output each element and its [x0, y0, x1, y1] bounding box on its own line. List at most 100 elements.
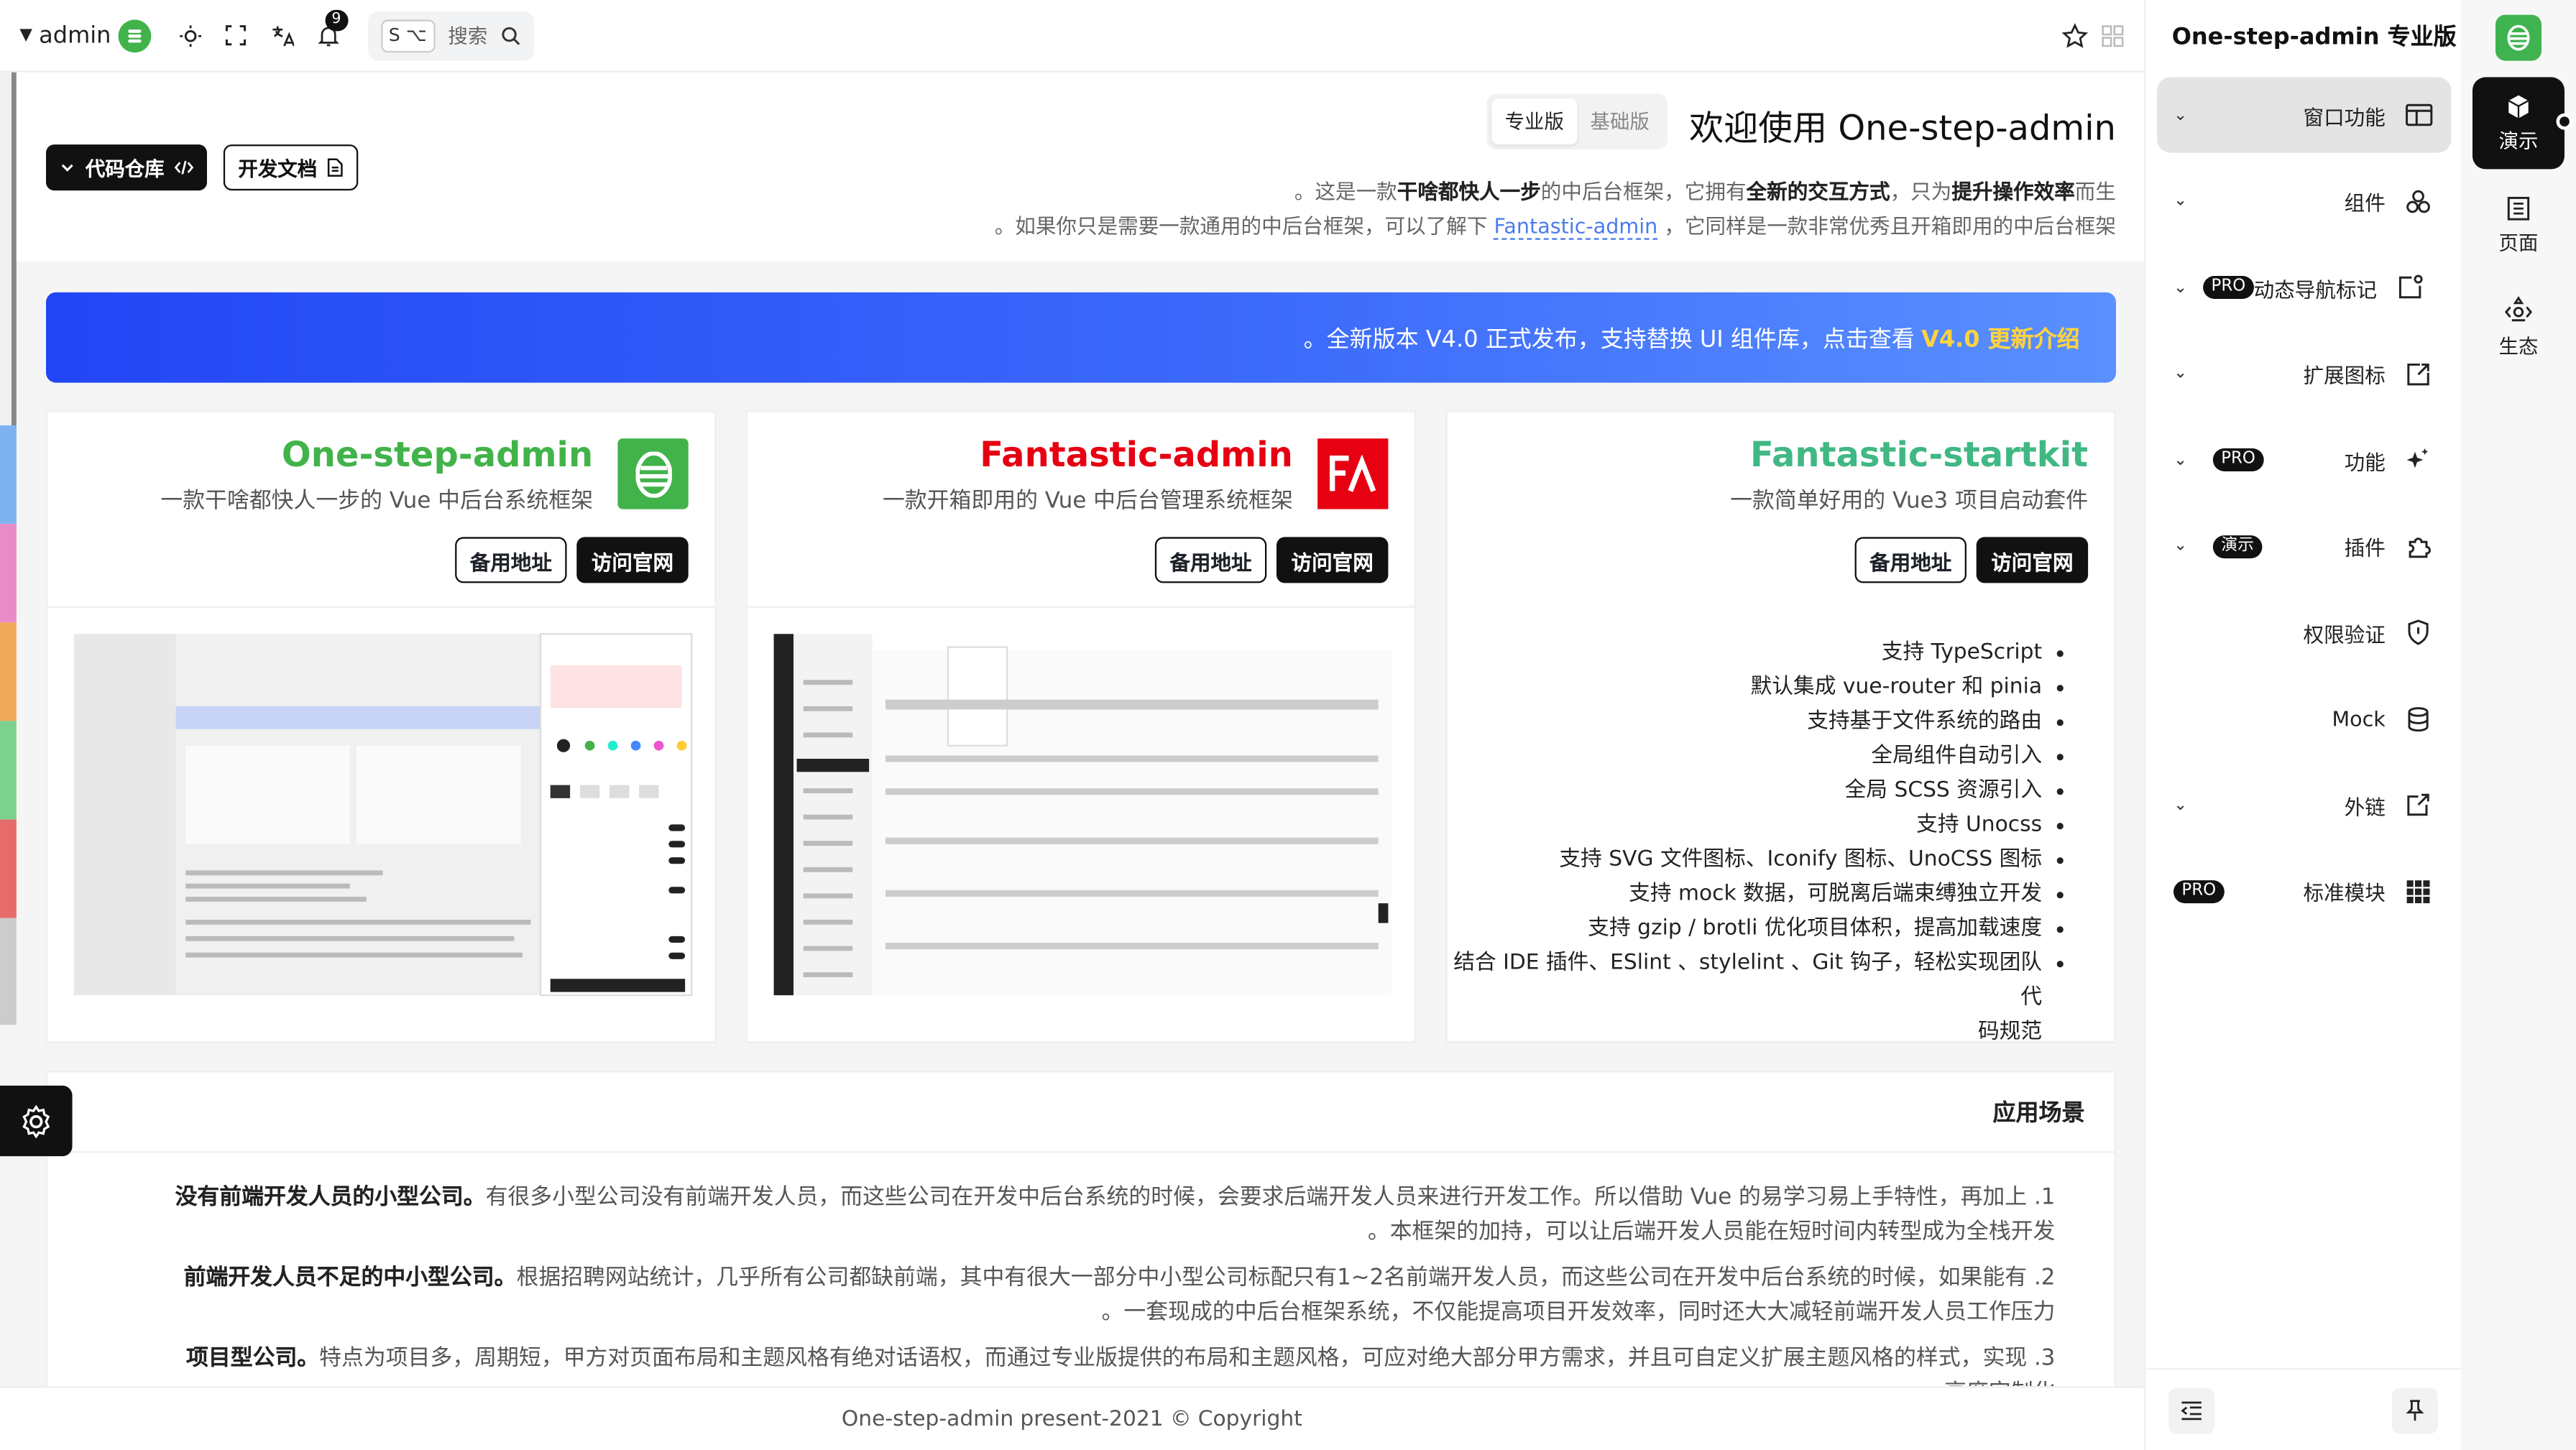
sidebar-item-plugins[interactable]: ⌄ 演示 插件: [2157, 508, 2451, 583]
sidebar-item-permission[interactable]: 权限验证: [2157, 594, 2451, 670]
visit-website-button[interactable]: 访问官网: [576, 537, 689, 583]
translate-icon[interactable]: [259, 12, 305, 58]
footer-copyright: Copyright: [1197, 1406, 1302, 1431]
product-desc: 一款简单好用的 Vue3 项目启动套件: [1730, 487, 2089, 514]
feature-item: 全局组件自动引入: [1448, 739, 2064, 774]
footer: One-step-admin present-2021 © Copyright: [0, 1386, 2144, 1450]
product-name: Fantastic-admin: [980, 435, 1293, 475]
chevron-down-icon: ⌄: [2173, 451, 2188, 469]
plugin-icon: [2402, 530, 2435, 563]
product-desc: 一款开箱即用的 Vue 中后台管理系统框架: [882, 487, 1293, 514]
chevron-down-icon: ⌄: [2173, 278, 2188, 297]
tab-basic[interactable]: 基础版: [1577, 98, 1662, 144]
visit-website-button[interactable]: 访问官网: [1276, 537, 1389, 583]
backup-address-button[interactable]: 备用地址: [1854, 537, 1966, 583]
backup-address-button[interactable]: 备用地址: [455, 537, 567, 583]
feature-item: 支持 TypeScript: [1448, 636, 2064, 670]
feature-list: 支持 TypeScript 默认集成 vue-router 和 pinia 支持…: [1448, 636, 2064, 1050]
copyright-icon: ©: [1169, 1406, 1192, 1431]
welcome-hero: 专业版 基础版 欢迎使用 One-step-admin 。这是一款干啥都快人一步…: [16, 72, 2144, 262]
feature-item: 默认集成 vue-router 和 pinia: [1448, 670, 2064, 705]
dev-docs-button[interactable]: 开发文档: [223, 144, 359, 191]
release-notes-link[interactable]: V4.0 更新介绍: [1921, 321, 2080, 354]
document-icon: [327, 157, 344, 177]
sidebar-item-features[interactable]: ⌄ PRO 功能: [2157, 422, 2451, 497]
main-nav-pages[interactable]: 页面: [2472, 179, 2564, 271]
feature-item: 全局 SCSS 资源引入: [1448, 774, 2064, 808]
feature-item: 支持 Unocss: [1448, 808, 2064, 843]
ext-icon: [2402, 357, 2435, 390]
cube-icon: [2506, 93, 2532, 119]
collapse-sidebar-icon[interactable]: [2168, 1387, 2215, 1433]
product-name: Fantastic-startkit: [1750, 435, 2089, 475]
scenario-item: 前端开发人员不足的中小型公司。根据招聘网站统计，几乎所有公司都缺前端，其中有很大…: [183, 1264, 2056, 1326]
scenarios-title: 应用场景: [1992, 1100, 2085, 1127]
backup-address-button[interactable]: 备用地址: [1154, 537, 1267, 583]
feature-item: 支持 mock 数据，可脱离后端束缚独立开发: [1448, 877, 2064, 912]
sidebar-item-external-link[interactable]: ⌄ 外链: [2157, 767, 2451, 842]
release-banner[interactable]: 。全新版本 V4.0 正式发布，支持替换 UI 组件库，点击查看 V4.0 更新…: [45, 292, 2116, 383]
footer-product[interactable]: One-step-admin: [842, 1407, 1013, 1431]
search-button[interactable]: S ⌥ 搜索: [367, 10, 534, 60]
tab-pro[interactable]: 专业版: [1491, 98, 1578, 145]
pro-badge: PRO: [2203, 275, 2254, 299]
chevron-down-icon: ⌄: [2173, 364, 2188, 383]
hero-description-line1: 。这是一款干啥都快人一步的中后台框架，它拥有全新的交互方式，只为提升操作效率而生: [1294, 179, 2116, 204]
product-screenshot: [747, 606, 1414, 1042]
favorite-star-icon[interactable]: [2061, 22, 2089, 49]
sidebar-item-components[interactable]: ⌄ 组件: [2157, 163, 2451, 239]
main-nav-demo[interactable]: 演示: [2472, 77, 2573, 170]
components-icon: [2402, 185, 2435, 218]
window-icon: [2402, 98, 2435, 131]
visit-website-button[interactable]: 访问官网: [1976, 537, 2089, 583]
product-card-fantastic-admin: Fantastic-admin 一款开箱即用的 Vue 中后台管理系统框架 备用…: [745, 410, 1417, 1043]
sidebar-item-nav-badge[interactable]: ⌄ PRO 动态导航标记: [2157, 249, 2451, 325]
feature-item: 支持 SVG 文件图标、Iconify 图标、UnoCSS 图标: [1448, 843, 2064, 877]
feature-item: 支持 gzip / brotli 优化项目体积，提高加载速度: [1448, 912, 2064, 946]
edition-switch: 专业版 基础版: [1486, 93, 1668, 149]
pin-icon[interactable]: [2391, 1387, 2438, 1433]
search-label: 搜索: [448, 24, 488, 48]
product-desc: 一款干啥都快人一步的 Vue 中后台系统框架: [160, 487, 594, 514]
fantastic-admin-link[interactable]: Fantastic-admin: [1494, 213, 1658, 240]
apps-grid-icon[interactable]: [2101, 24, 2124, 47]
theme-toggle-sun-icon[interactable]: [167, 12, 213, 58]
demo-badge: 演示: [2212, 534, 2263, 558]
main-nav-ecosystem[interactable]: 生态: [2472, 281, 2564, 373]
product-card-one-step-admin: One-step-admin 一款干啥都快人一步的 Vue 中后台系统框架 备用…: [45, 410, 717, 1043]
scroll-indicator-strip: [0, 72, 17, 1025]
sidebar-item-window[interactable]: ⌄ 窗口功能: [2157, 77, 2452, 153]
page-icon: [2506, 195, 2532, 221]
grid-icon: [2402, 874, 2435, 908]
chevron-down-icon: ⌄: [2173, 537, 2188, 555]
feature-item: 支持基于文件系统的路由: [1448, 705, 2064, 739]
hero-description-line2: 。如果你只是需要一款通用的中后台框架，可以了解下 Fantastic-admin…: [995, 208, 2116, 240]
product-card-fantastic-startkit: Fantastic-startkit 一款简单好用的 Vue3 项目启动套件 备…: [1445, 410, 2116, 1045]
scenario-item: 没有前端开发人员的小型公司。有很多小型公司没有前端开发人员，而这些公司在开发中后…: [175, 1183, 2056, 1245]
search-icon: [501, 25, 520, 45]
top-toolbar: ▼ admin 9 S ⌥ 搜索: [0, 0, 2144, 73]
sidebar-item-standard-module[interactable]: PRO 标准模块: [2157, 853, 2451, 928]
sidebar-brand: One-step-admin 专业版: [2171, 24, 2457, 51]
shield-icon: [2402, 616, 2435, 649]
feature-item-continued: 码规范: [1977, 1020, 2043, 1045]
nav-badge-icon: [2393, 271, 2426, 304]
code-repo-button[interactable]: 代码仓库: [45, 144, 208, 191]
sidebar-item-ext-icons[interactable]: ⌄ 扩展图标: [2157, 336, 2451, 411]
main-content: 专业版 基础版 欢迎使用 One-step-admin 。这是一款干啥都快人一步…: [0, 72, 2144, 1387]
chevron-down-icon: ⌄: [2173, 106, 2188, 124]
chevron-down-icon: ⌄: [2173, 192, 2188, 211]
sparkle-icon: [2402, 443, 2435, 476]
fantastic-admin-logo: [1317, 438, 1389, 509]
chevron-down-icon: [59, 160, 75, 176]
external-link-icon: [2402, 788, 2435, 821]
notification-bell-icon[interactable]: 9: [305, 9, 351, 58]
product-screenshot: [47, 606, 715, 1042]
user-menu[interactable]: ▼ admin: [19, 19, 151, 52]
caret-down-icon: ▼: [19, 26, 33, 45]
app-logo[interactable]: [2495, 14, 2542, 61]
database-icon: [2402, 702, 2435, 735]
fullscreen-icon[interactable]: [213, 12, 259, 58]
sidebar-item-mock[interactable]: Mock: [2157, 680, 2451, 756]
settings-gear-button[interactable]: [0, 1085, 73, 1157]
